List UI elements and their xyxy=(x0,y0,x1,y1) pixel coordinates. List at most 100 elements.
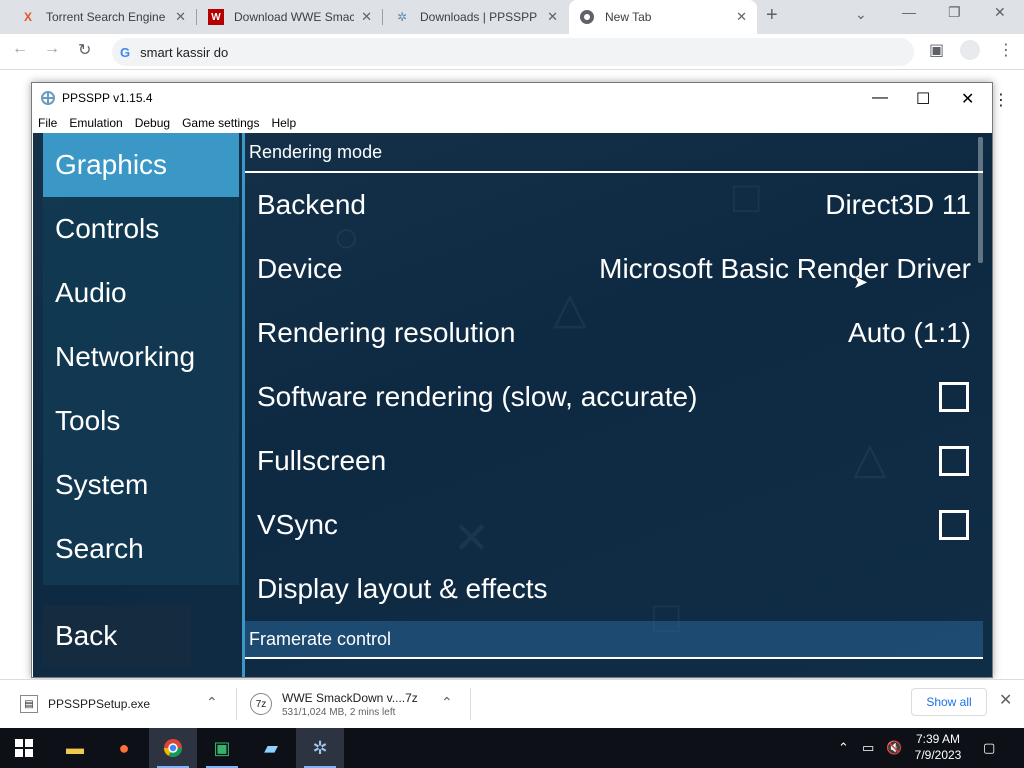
sidebar-item-search[interactable]: Search xyxy=(43,517,239,581)
software-rendering-checkbox[interactable] xyxy=(939,382,969,412)
browser-toolbar: ← → ↻ G smart kassir do ▣ ⋮ xyxy=(0,34,1024,70)
setting-label: Fullscreen xyxy=(257,445,387,476)
tab-label: Torrent Search Engine xyxy=(46,10,166,24)
minimize-icon[interactable]: — xyxy=(902,4,916,20)
setting-software-rendering[interactable]: Software rendering (slow, accurate) xyxy=(245,365,983,429)
setting-device[interactable]: Device Microsoft Basic Render Driver xyxy=(245,237,983,301)
chevron-up-icon[interactable]: ⌃ xyxy=(441,694,453,711)
setting-rendering-resolution[interactable]: Rendering resolution Auto (1:1) xyxy=(245,301,983,365)
setting-fullscreen[interactable]: Fullscreen xyxy=(245,429,983,493)
show-all-button[interactable]: Show all xyxy=(911,688,987,716)
back-arrow-icon[interactable]: ← xyxy=(12,40,28,58)
setting-backend[interactable]: Backend Direct3D 11 xyxy=(245,173,983,237)
close-icon[interactable]: ✕ xyxy=(999,690,1012,710)
setting-label: Backend xyxy=(257,189,366,220)
download-filename: WWE SmackDown v....7z xyxy=(282,690,418,705)
setting-vsync[interactable]: VSync xyxy=(245,493,983,557)
firefox-icon[interactable]: ● xyxy=(100,728,148,768)
page-menu-icon: ⋮ xyxy=(993,92,1009,109)
maximize-icon[interactable]: ☐ xyxy=(916,89,930,109)
fullscreen-checkbox[interactable] xyxy=(939,446,969,476)
menu-kebab-icon[interactable]: ⋮ xyxy=(998,40,1014,60)
x-logo-icon: X xyxy=(23,10,32,24)
download-filename: PPSSPPSetup.exe xyxy=(48,697,151,711)
section-header-framerate-control: Framerate control xyxy=(245,621,983,659)
setting-value: Auto (1:1) xyxy=(848,317,971,348)
minimize-icon[interactable]: — xyxy=(872,89,888,107)
tab-search-icon[interactable]: ⌄ xyxy=(855,6,867,23)
menu-help[interactable]: Help xyxy=(265,116,302,130)
tab-label: New Tab xyxy=(605,10,652,24)
tab-torrent-search[interactable]: X Torrent Search Engine ✕ xyxy=(10,0,196,34)
setting-label: Software rendering (slow, accurate) xyxy=(257,381,698,412)
close-icon[interactable]: ✕ xyxy=(547,9,558,25)
close-icon[interactable]: ✕ xyxy=(175,9,186,25)
new-tab-button[interactable]: + xyxy=(766,4,778,27)
image-app-icon[interactable]: ▣ xyxy=(198,728,246,768)
setting-label: VSync xyxy=(257,509,338,540)
vsync-checkbox[interactable] xyxy=(939,510,969,540)
tab-divider xyxy=(196,9,197,25)
ppsspp-taskbar-icon[interactable]: ✲ xyxy=(296,728,344,768)
menu-debug[interactable]: Debug xyxy=(129,116,176,130)
show-hidden-icons-icon[interactable]: ⌃ xyxy=(838,728,849,768)
address-bar[interactable]: G smart kassir do xyxy=(112,38,914,66)
tab-strip: X Torrent Search Engine ✕ W Download WWE… xyxy=(0,0,1024,34)
sidebar-item-networking[interactable]: Networking xyxy=(43,325,239,389)
clock-date: 7/9/2023 xyxy=(914,748,962,762)
graphics-settings-list: Rendering mode Backend Direct3D 11 Devic… xyxy=(242,133,983,677)
tab-download-wwe[interactable]: W Download WWE Smack ✕ xyxy=(198,0,382,34)
downloads-bar: ▤ PPSSPPSetup.exe ⌃ 7z WWE SmackDown v..… xyxy=(0,679,1024,728)
close-icon[interactable]: ✕ xyxy=(736,9,747,25)
back-button[interactable]: Back xyxy=(43,605,191,667)
sidebar-item-system[interactable]: System xyxy=(43,453,239,517)
taskbar: ▬ ● ▣ ▰ ✲ ⌃ ▭ 🔇 7:39 AM 7/9/2023 ▢ xyxy=(0,728,1024,768)
window-titlebar[interactable]: PPSSPP v1.15.4 xyxy=(32,83,992,113)
sidebar-item-graphics[interactable]: Graphics xyxy=(43,133,239,197)
setting-display-layout[interactable]: Display layout & effects xyxy=(245,557,983,621)
menu-file[interactable]: File xyxy=(32,116,63,130)
reload-icon[interactable]: ↻ xyxy=(78,40,91,60)
network-icon[interactable]: ▭ xyxy=(862,728,874,768)
ppsspp-window: PPSSPP v1.15.4 — ☐ ✕ File Emulation Debu… xyxy=(31,82,993,678)
settings-screen: ✕ ○ △ □ ○ ✕ △ □ Graphics Controls Audio … xyxy=(33,133,992,677)
sidebar-item-tools[interactable]: Tools xyxy=(43,389,239,453)
close-window-icon[interactable]: ✕ xyxy=(961,89,974,109)
download-item-wwe-smackdown[interactable]: 7z WWE SmackDown v....7z 531/1,024 MB, 2… xyxy=(250,680,418,728)
notepad-icon[interactable]: ▰ xyxy=(247,728,295,768)
tab-downloads-ppsspp[interactable]: ✲ Downloads | PPSSPP ✕ xyxy=(384,0,568,34)
ppsspp-app-icon xyxy=(41,91,55,105)
settings-sidebar: Graphics Controls Audio Networking Tools… xyxy=(43,133,239,585)
system-clock[interactable]: 7:39 AM 7/9/2023 xyxy=(900,731,976,763)
menu-bar: File Emulation Debug Game settings Help xyxy=(32,113,992,133)
profile-avatar-icon[interactable] xyxy=(960,40,980,60)
sidebar-item-audio[interactable]: Audio xyxy=(43,261,239,325)
section-header-rendering-mode: Rendering mode xyxy=(245,133,983,173)
chrome-taskbar-icon[interactable] xyxy=(149,728,197,768)
side-panel-icon[interactable]: ▣ xyxy=(929,40,944,60)
download-item-ppsspp-setup[interactable]: ▤ PPSSPPSetup.exe xyxy=(20,680,150,728)
tab-new-tab[interactable]: New Tab ✕ xyxy=(569,0,757,34)
forward-arrow-icon[interactable]: → xyxy=(44,40,60,58)
ppsspp-icon: ✲ xyxy=(396,10,408,24)
close-icon[interactable]: ✕ xyxy=(361,9,372,25)
notifications-icon[interactable]: ▢ xyxy=(983,728,995,768)
close-window-icon[interactable]: ✕ xyxy=(994,4,1006,21)
settings-scrollbar[interactable] xyxy=(978,137,983,263)
clock-time: 7:39 AM xyxy=(915,732,961,746)
setting-label: Display layout & effects xyxy=(257,573,548,604)
menu-emulation[interactable]: Emulation xyxy=(63,116,128,130)
window-title: PPSSPP v1.15.4 xyxy=(62,91,153,105)
sidebar-item-controls[interactable]: Controls xyxy=(43,197,239,261)
download-divider xyxy=(236,688,237,720)
address-text: smart kassir do xyxy=(140,44,229,60)
file-explorer-icon[interactable]: ▬ xyxy=(51,728,99,768)
setting-value: Direct3D 11 xyxy=(825,189,971,220)
restore-icon[interactable]: ❐ xyxy=(948,4,961,21)
download-status: 531/1,024 MB, 2 mins left xyxy=(282,706,396,718)
setting-value: Microsoft Basic Render Driver xyxy=(599,253,971,284)
chevron-up-icon[interactable]: ⌃ xyxy=(206,694,218,711)
menu-game-settings[interactable]: Game settings xyxy=(176,116,265,130)
setting-label: Device xyxy=(257,253,343,284)
start-button[interactable] xyxy=(0,728,48,768)
